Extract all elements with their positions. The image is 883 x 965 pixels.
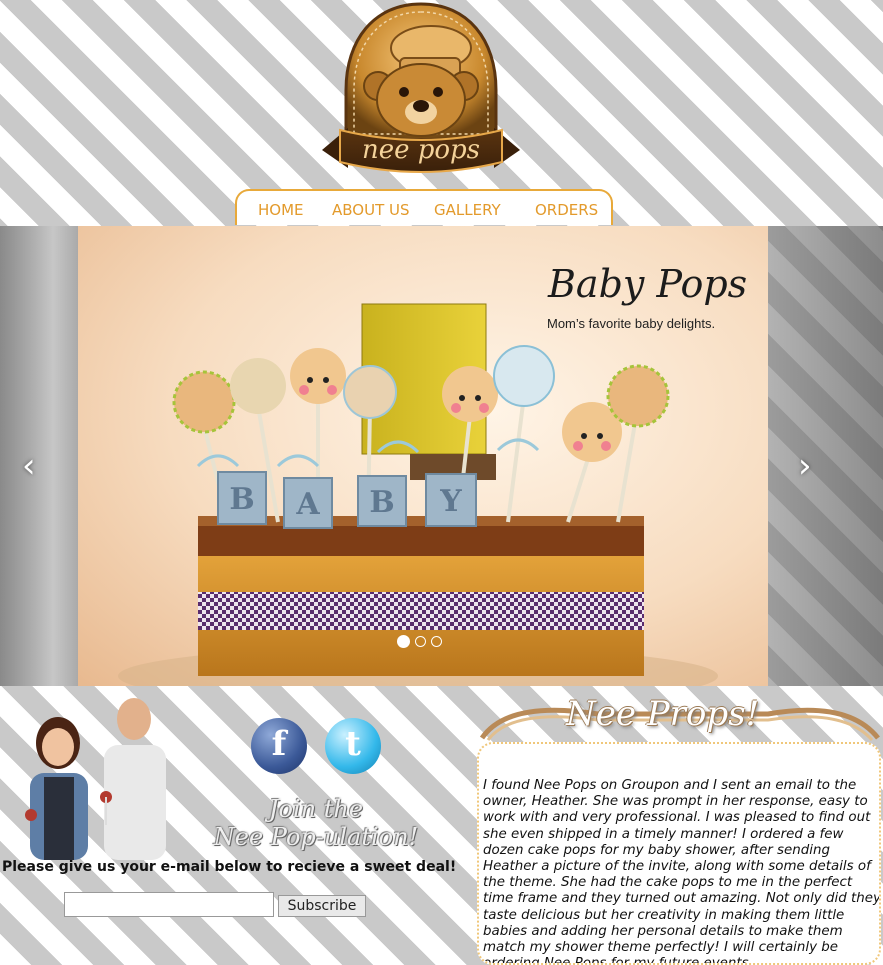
carousel-left-shade	[0, 226, 78, 686]
slide-title: Baby Pops	[548, 262, 748, 306]
carousel-indicators	[397, 635, 442, 648]
subscribe-button[interactable]: Subscribe	[278, 895, 366, 917]
join-line-2: Nee Pop-ulation!	[213, 823, 419, 851]
twitter-icon[interactable]: t	[325, 718, 381, 774]
block-letter-b1: B	[229, 482, 254, 517]
owners-photo	[6, 695, 186, 860]
logo-text: nee pops	[362, 135, 480, 165]
hero-carousel: B A B Y Baby Pops Mom’s favorite baby de…	[0, 226, 883, 686]
facebook-icon[interactable]: f	[251, 718, 307, 774]
newsletter-prompt: Please give us your e-mail below to reci…	[2, 859, 457, 875]
carousel-dot-3[interactable]	[431, 636, 442, 647]
carousel-right-shade	[768, 226, 883, 686]
nav-orders-link[interactable]: ORDERS	[535, 201, 598, 219]
nee-pops-logo[interactable]: nee pops	[318, 0, 524, 182]
slide-subtitle: Mom’s favorite baby delights.	[547, 316, 716, 331]
chevron-right-icon[interactable]: ›	[798, 446, 812, 486]
nav-home-link[interactable]: HOME	[258, 201, 304, 219]
block-letter-y: Y	[439, 484, 462, 519]
join-population-banner: Join the Nee Pop-ulation!	[186, 795, 446, 851]
testimonial-text: I found Nee Pops on Groupon and I sent a…	[483, 778, 881, 965]
join-line-1: Join the	[268, 795, 364, 823]
main-navigation: HOME ABOUT US GALLERY ORDERS	[235, 189, 613, 225]
carousel-dot-1[interactable]	[397, 635, 410, 648]
block-letter-b2: B	[369, 485, 394, 520]
chevron-left-icon[interactable]: ‹	[22, 446, 36, 486]
testimonial-box: I found Nee Pops on Groupon and I sent a…	[477, 742, 881, 965]
nav-gallery-link[interactable]: GALLERY	[434, 201, 501, 219]
testimonials-heading: Nee Props!	[566, 694, 760, 734]
nav-about-us-link[interactable]: ABOUT US	[332, 201, 410, 219]
block-letter-a: A	[295, 487, 320, 522]
email-input[interactable]	[64, 892, 274, 917]
carousel-slide[interactable]: B A B Y Baby Pops Mom’s favorite baby de…	[78, 226, 768, 686]
carousel-dot-2[interactable]	[415, 636, 426, 647]
